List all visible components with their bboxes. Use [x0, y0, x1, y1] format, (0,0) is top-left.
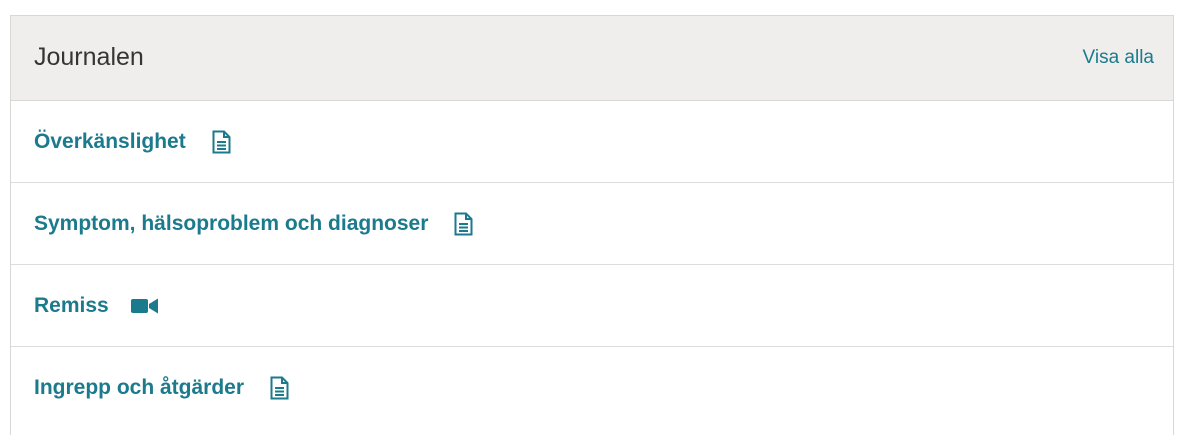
- panel-header: Journalen Visa alla: [11, 16, 1173, 101]
- journal-item-ingrepp[interactable]: Ingrepp och åtgärder: [11, 347, 1173, 429]
- document-icon: [454, 212, 473, 236]
- document-icon: [212, 130, 231, 154]
- journal-item-symptom[interactable]: Symptom, hälsoproblem och diagnoser: [11, 183, 1173, 265]
- journal-panel: Journalen Visa alla Överkänslighet Sympt…: [10, 15, 1174, 435]
- view-all-link[interactable]: Visa alla: [1083, 47, 1154, 69]
- journal-item-label: Överkänslighet: [34, 129, 186, 153]
- document-icon: [270, 376, 289, 400]
- panel-title: Journalen: [34, 43, 144, 71]
- video-camera-icon: [130, 298, 159, 314]
- journal-item-label: Remiss: [34, 293, 109, 317]
- journal-item-remiss[interactable]: Remiss: [11, 265, 1173, 347]
- journal-item-label: Symptom, hälsoproblem och diagnoser: [34, 211, 429, 235]
- journal-item-label: Ingrepp och åtgärder: [34, 376, 245, 399]
- journal-item-overkanslighet[interactable]: Överkänslighet: [11, 101, 1173, 183]
